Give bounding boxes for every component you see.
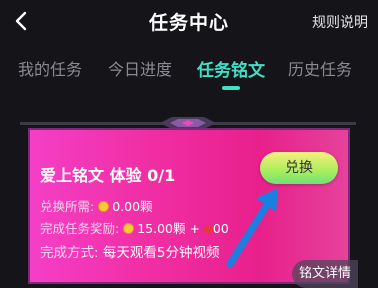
chevron-left-icon — [15, 11, 27, 31]
reward-line: 完成任务奖励: 15.00颗 + 00 — [40, 218, 229, 237]
card-title: 爱上铭文 体验 0/1 — [40, 166, 176, 185]
tab-today-progress[interactable]: 今日进度 — [108, 56, 172, 80]
coin-icon — [98, 201, 110, 212]
tab-my-tasks[interactable]: 我的任务 — [18, 56, 82, 80]
header: 任务中心 规则说明 — [0, 0, 378, 44]
reward-label: 完成任务奖励: — [40, 221, 120, 236]
pointer-arrow-icon — [226, 188, 278, 268]
tab-history-tasks[interactable]: 历史任务 — [288, 56, 352, 80]
tab-bar: 我的任务 今日进度 任务铭文 历史任务 — [0, 52, 378, 92]
tab-task-inscription[interactable]: 任务铭文 — [197, 56, 265, 81]
back-button[interactable] — [8, 8, 36, 34]
method-value: 每天观看5分钟视频 — [102, 245, 220, 261]
redeem-button[interactable]: 兑换 — [260, 152, 338, 184]
cost-line: 兑换所需: 0.00颗 — [40, 196, 153, 215]
coin-icon — [123, 223, 135, 234]
cost-label: 兑换所需: — [40, 199, 95, 214]
inscription-card: 爱上铭文 体验 0/1 兑换 兑换所需: 0.00颗 完成任务奖励: 15.00… — [28, 128, 358, 288]
reward-value: 15.00颗 + — [137, 221, 200, 236]
inscription-card-frame: 爱上铭文 体验 0/1 兑换 兑换所需: 0.00颗 完成任务奖励: 15.00… — [20, 116, 358, 288]
method-line: 完成方式: 每天观看5分钟视频 — [40, 241, 219, 261]
active-tab-indicator — [222, 86, 240, 90]
cost-value: 0.00颗 — [112, 199, 153, 214]
rules-link[interactable]: 规则说明 — [312, 12, 368, 32]
red-dot-icon — [203, 225, 213, 234]
method-label: 完成方式: — [40, 245, 99, 261]
